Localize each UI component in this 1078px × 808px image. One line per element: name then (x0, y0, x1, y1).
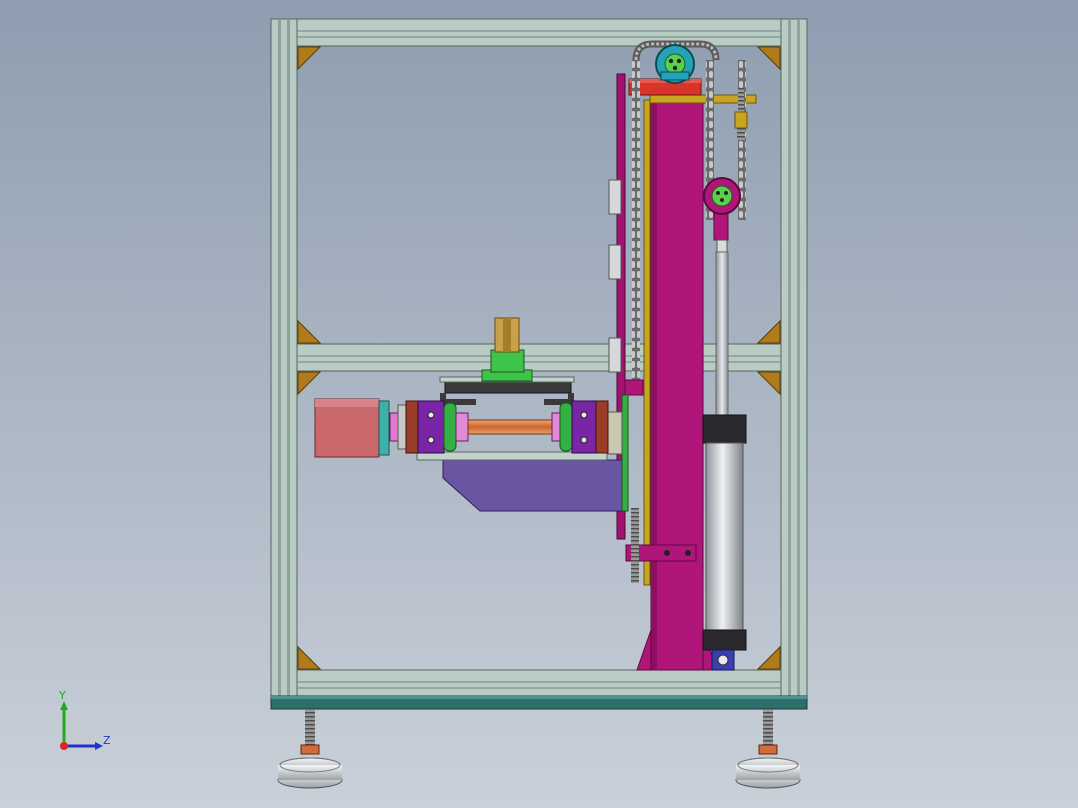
piston-rod[interactable] (715, 251, 729, 418)
left-post[interactable] (270, 18, 298, 697)
bottom-rail[interactable] (296, 669, 782, 697)
y-axis-label: Y (58, 689, 66, 702)
middle-rail[interactable] (296, 343, 782, 372)
top-sprocket[interactable] (655, 44, 695, 84)
main-shaft[interactable] (467, 419, 553, 435)
leveling-foot-left[interactable] (277, 709, 343, 789)
cylinder-top-cap (702, 414, 747, 444)
gusset (756, 319, 781, 344)
cylinder-bottom-cap (702, 629, 747, 651)
fixture-collar (490, 349, 525, 373)
z-axis-label: Z (103, 734, 111, 747)
gusset (297, 46, 322, 71)
gusset (297, 319, 322, 344)
motor-flange (378, 400, 390, 456)
hanger-bar[interactable] (444, 380, 572, 394)
right-bearing[interactable] (559, 402, 573, 452)
gusset (297, 645, 322, 670)
air-cylinder[interactable] (702, 251, 747, 671)
right-bearing-housing[interactable] (571, 400, 597, 454)
leveling-foot-right[interactable] (735, 709, 801, 789)
cylinder-barrel[interactable] (705, 442, 744, 632)
drive-motor[interactable] (314, 398, 380, 458)
spindle-assembly[interactable] (314, 376, 609, 461)
guide-blocks (608, 179, 622, 373)
orientation-triad: Y Z (58, 689, 111, 750)
cad-viewport[interactable]: Y Z (0, 0, 1078, 808)
left-bearing[interactable] (443, 402, 457, 452)
chain-left-run (632, 60, 640, 380)
gusset (756, 46, 781, 71)
carriage-plate[interactable] (442, 459, 623, 512)
gusset (756, 645, 781, 670)
left-bearing-housing[interactable] (417, 400, 445, 454)
right-post[interactable] (780, 18, 808, 697)
gusset (756, 371, 781, 396)
gusset (297, 371, 322, 396)
column-base (636, 629, 652, 671)
main-column[interactable] (650, 99, 704, 671)
yellow-guide-rail[interactable] (643, 99, 651, 586)
